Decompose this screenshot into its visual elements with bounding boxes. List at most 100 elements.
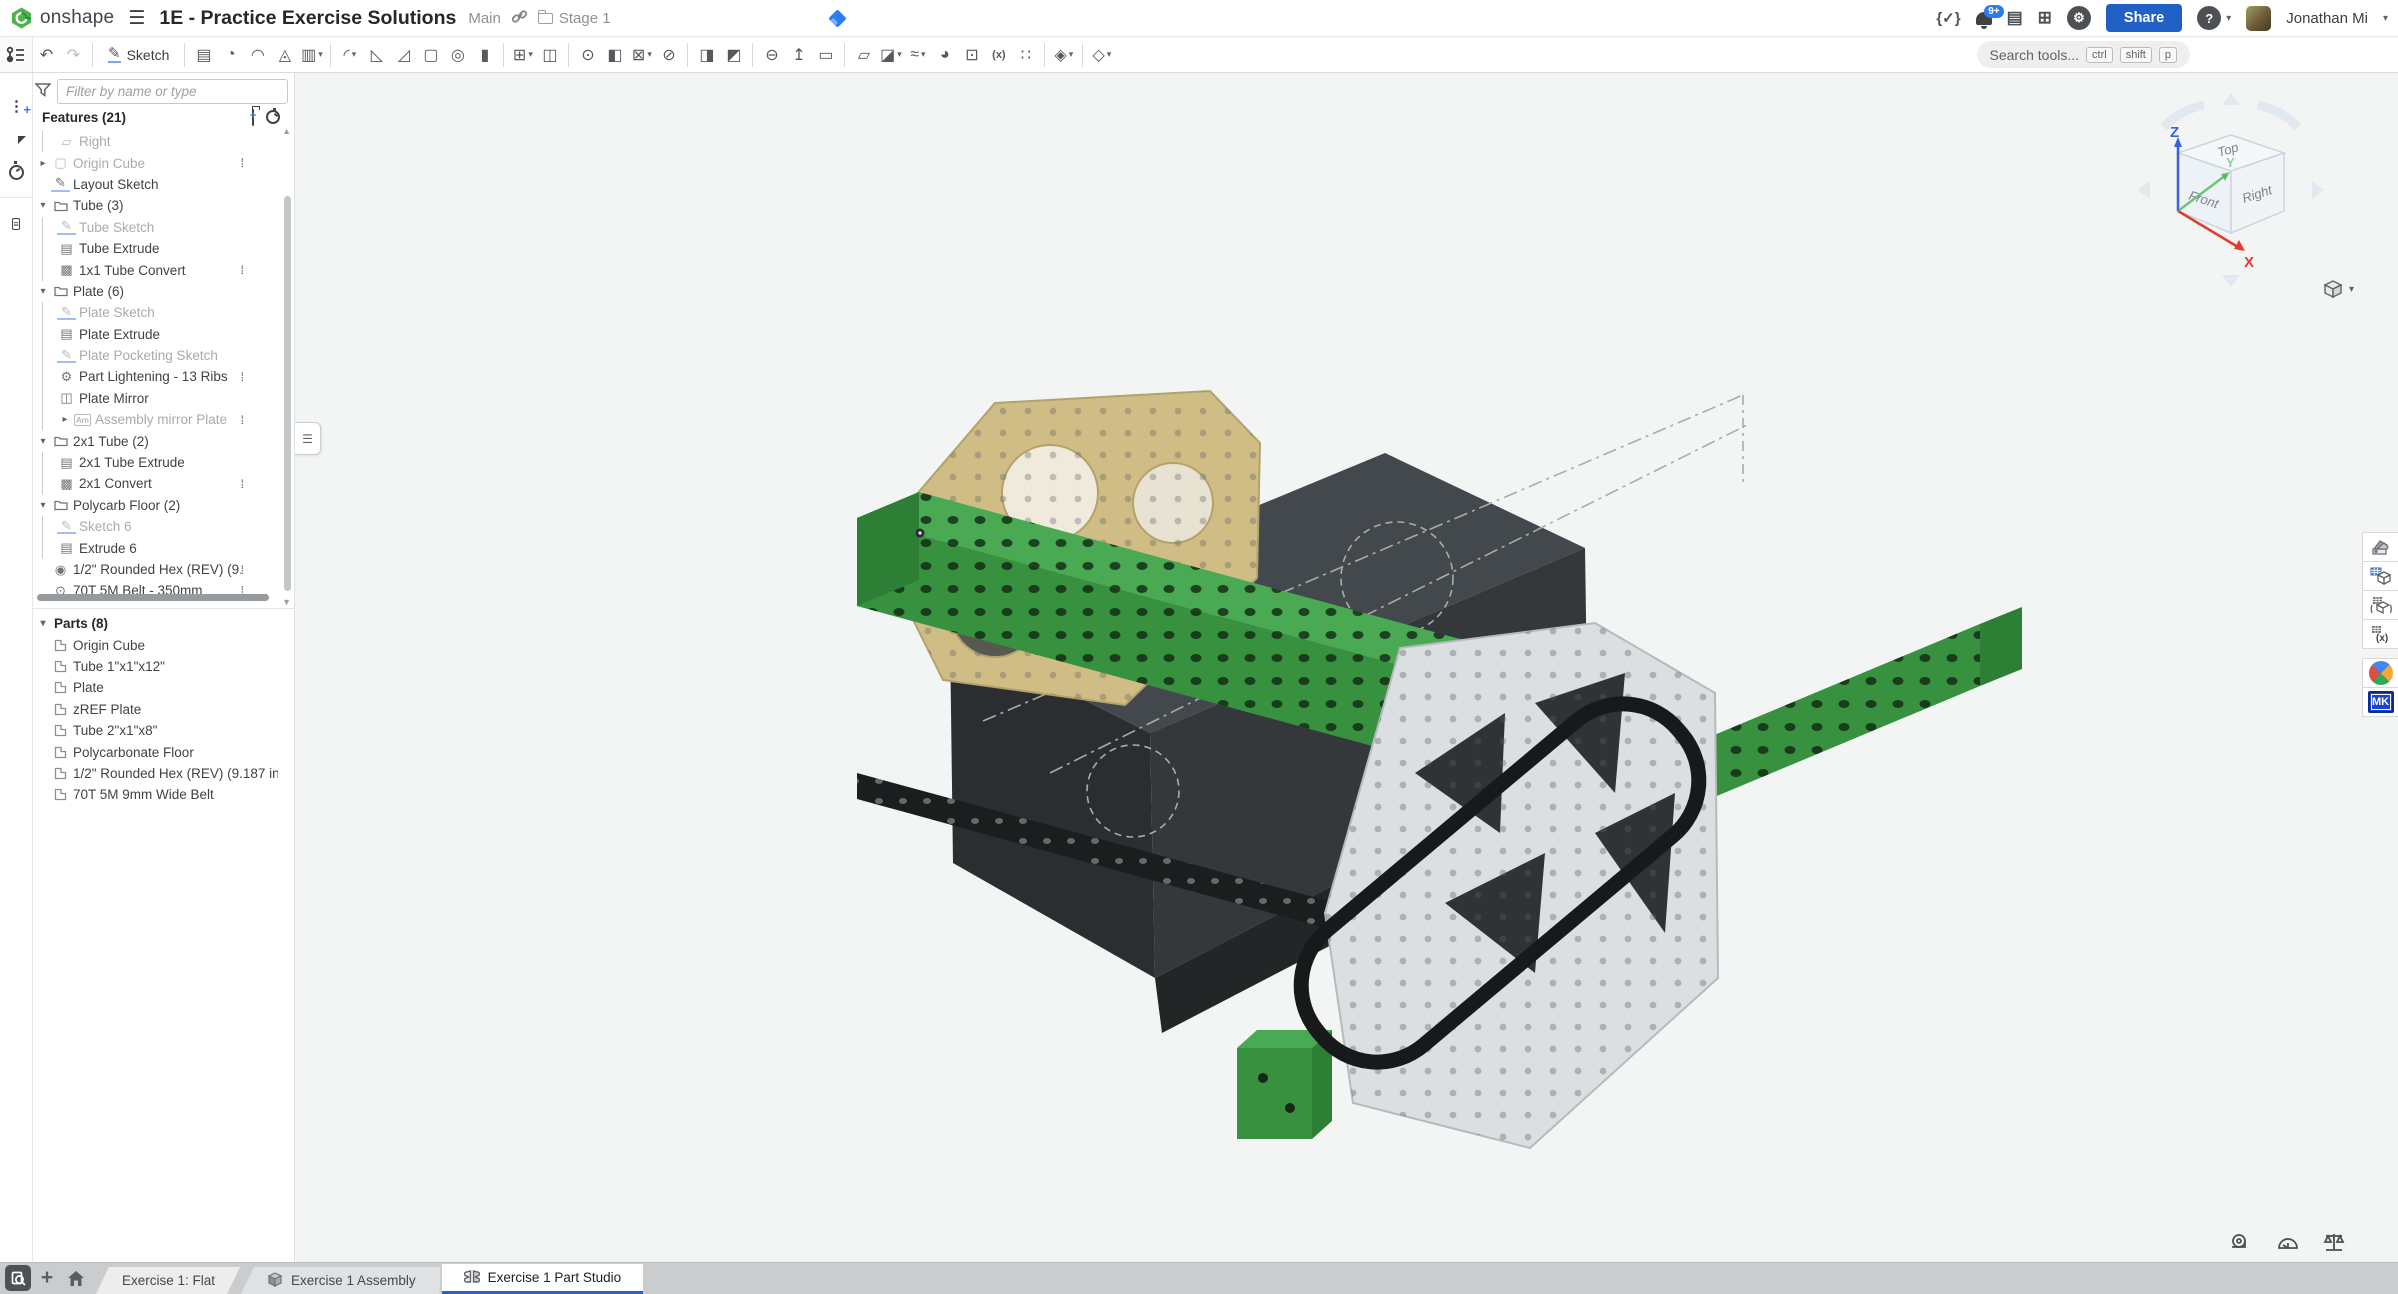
learning-center-icon[interactable]: ⚙ bbox=[2067, 6, 2091, 30]
variable-icon[interactable]: (x) bbox=[985, 40, 1012, 70]
help-caret-icon[interactable]: ▾ bbox=[2226, 13, 2231, 24]
kebab-menu-icon[interactable]: ⁞ bbox=[241, 479, 244, 489]
follow-checklist-icon[interactable]: ≡ bbox=[12, 215, 19, 232]
sweep-icon[interactable]: ◠ bbox=[244, 40, 271, 70]
chevron-right-icon[interactable]: ▸ bbox=[35, 158, 51, 169]
tab-exercise-1-assembly[interactable]: Exercise 1 Assembly bbox=[241, 1267, 442, 1294]
graphics-area[interactable]: ☰ Top Front Right bbox=[295, 73, 2398, 1262]
model-green-tube-right[interactable] bbox=[1700, 607, 2022, 803]
feature-row[interactable]: ◉1/2" Rounded Hex (REV) (9.187 in)⁞ bbox=[35, 559, 278, 580]
chevron-down-icon[interactable]: ▾ bbox=[318, 49, 323, 60]
configurations-button[interactable] bbox=[2362, 561, 2398, 591]
feature-row[interactable]: ✎Tube Sketch bbox=[35, 217, 278, 238]
export-icon[interactable]: ↥ bbox=[785, 40, 812, 70]
helix-icon[interactable]: ≈▾ bbox=[904, 40, 931, 70]
home-tab-button[interactable] bbox=[63, 1265, 89, 1291]
sketch-button[interactable]: ✎Sketch bbox=[98, 40, 179, 70]
onshape-logo[interactable]: onshape bbox=[10, 6, 114, 30]
configuration-variables-button[interactable]: (x) bbox=[2362, 619, 2398, 649]
chamfer-icon[interactable]: ◺ bbox=[363, 40, 390, 70]
protractor-icon[interactable] bbox=[2276, 1232, 2300, 1252]
part-row[interactable]: Tube 1"x1"x12" bbox=[35, 656, 278, 677]
feature-row[interactable]: ▩1x1 Tube Convert⁞ bbox=[35, 259, 278, 280]
feature-row[interactable]: ✎Plate Pocketing Sketch bbox=[35, 345, 278, 366]
rotate-down-arrow[interactable] bbox=[2222, 275, 2240, 287]
search-tools[interactable]: Search tools... ctrl shift p bbox=[1977, 41, 2190, 68]
horizontal-scrollbar[interactable] bbox=[37, 594, 269, 601]
notifications-bell-icon[interactable]: 9+ bbox=[1976, 12, 1992, 25]
user-menu-caret-icon[interactable]: ▾ bbox=[2383, 13, 2388, 24]
feature-row[interactable]: ✎Layout Sketch bbox=[35, 174, 278, 195]
chevron-down-icon[interactable]: ▾ bbox=[352, 49, 357, 60]
feature-row[interactable]: ✎Plate Sketch bbox=[35, 302, 278, 323]
feature-row[interactable]: ▤Plate Extrude bbox=[35, 324, 278, 345]
delete-face-icon[interactable]: ⊖ bbox=[758, 40, 785, 70]
vertical-scrollbar[interactable] bbox=[284, 196, 291, 591]
chevron-down-icon[interactable]: ▾ bbox=[647, 49, 652, 60]
undo-icon[interactable]: ↶ bbox=[33, 40, 60, 70]
feature-row[interactable]: ▤Tube Extrude bbox=[35, 238, 278, 259]
rotate-right-arrow[interactable] bbox=[2312, 181, 2324, 199]
chevron-down-icon[interactable]: ▾ bbox=[897, 49, 902, 60]
tab-exercise-1-flat[interactable]: Exercise 1: Flat bbox=[96, 1267, 241, 1294]
help-icon[interactable]: ? bbox=[2197, 6, 2221, 30]
appearance-icon[interactable]: ◈▾ bbox=[1050, 40, 1077, 70]
part-row[interactable]: Origin Cube bbox=[35, 634, 278, 655]
chevron-down-icon[interactable]: ▾ bbox=[528, 49, 533, 60]
feature-row[interactable]: ▾Polycarb Floor (2) bbox=[35, 495, 278, 516]
part-row[interactable]: 1/2" Rounded Hex (REV) (9.187 in) bbox=[35, 763, 278, 784]
feature-row[interactable]: ▱Right bbox=[35, 131, 278, 152]
feature-row[interactable]: ▸AmAssembly mirror Plate⁞ bbox=[35, 409, 278, 430]
history-stopwatch-icon[interactable] bbox=[9, 165, 24, 180]
link-icon[interactable] bbox=[511, 8, 528, 28]
version-chip[interactable]: Stage 1 bbox=[538, 10, 611, 27]
timer-icon[interactable]: ◕ bbox=[931, 40, 958, 70]
part-row[interactable]: 70T 5M 9mm Wide Belt bbox=[35, 784, 278, 805]
part-row[interactable]: Plate bbox=[35, 677, 278, 698]
configured-features-button[interactable] bbox=[2362, 590, 2398, 620]
kebab-menu-icon[interactable]: ⁞ bbox=[241, 158, 244, 168]
part-row[interactable]: Polycarbonate Floor bbox=[35, 741, 278, 762]
chevron-down-icon[interactable]: ▾ bbox=[35, 436, 51, 447]
apps-grid-icon[interactable]: ⊞ bbox=[2038, 8, 2052, 28]
part-row[interactable]: Tube 2"x1"x8" bbox=[35, 720, 278, 741]
delete-part-icon[interactable]: ⊘ bbox=[655, 40, 682, 70]
search-tabs-button[interactable] bbox=[5, 1265, 31, 1291]
filter-input[interactable] bbox=[57, 79, 288, 104]
model-green-post[interactable] bbox=[1237, 1030, 1332, 1139]
kebab-menu-icon[interactable]: ⁞ bbox=[241, 415, 244, 425]
view-cube[interactable]: Top Front Right Z X Y bbox=[2126, 87, 2336, 297]
chevron-right-icon[interactable]: ▸ bbox=[57, 414, 73, 425]
part-row[interactable]: zREF Plate bbox=[35, 699, 278, 720]
rotate-left-arrow[interactable] bbox=[2138, 181, 2150, 199]
feature-row[interactable]: ▾2x1 Tube (2) bbox=[35, 430, 278, 451]
draft-icon[interactable]: ◿ bbox=[390, 40, 417, 70]
parts-header-row[interactable]: ▾Parts (8) bbox=[35, 613, 278, 634]
move-face-icon[interactable]: ◨ bbox=[693, 40, 720, 70]
kebab-menu-icon[interactable]: ⁞ bbox=[241, 565, 244, 575]
document-menu-icon[interactable]: ☰ bbox=[128, 7, 145, 30]
composite-part-icon[interactable]: ∷ bbox=[1012, 40, 1039, 70]
fillet-icon[interactable]: ◜▾ bbox=[336, 40, 363, 70]
tab-exercise-1-part-studio[interactable]: Exercise 1 Part Studio bbox=[442, 1264, 644, 1294]
feature-row[interactable]: ▾Tube (3) bbox=[35, 195, 278, 216]
feature-panel-collapse-handle[interactable]: ☰ bbox=[295, 422, 321, 455]
mirror-icon[interactable]: ◫ bbox=[536, 40, 563, 70]
feature-row[interactable]: ▸▢Origin Cube⁞ bbox=[35, 152, 278, 173]
avatar[interactable] bbox=[2246, 6, 2271, 31]
revolve-icon[interactable]: ◔ bbox=[217, 40, 244, 70]
transform-icon[interactable]: ⊠▾ bbox=[628, 40, 655, 70]
shell-icon[interactable]: ▢ bbox=[417, 40, 444, 70]
feature-row[interactable]: ⚙Part Lightening - 13 Ribs⁞ bbox=[35, 366, 278, 387]
hole-icon[interactable]: ◎ bbox=[444, 40, 471, 70]
rib-icon[interactable]: ▮ bbox=[471, 40, 498, 70]
tasks-checklist-icon[interactable]: ▤ bbox=[2007, 8, 2023, 28]
tape-measure-icon[interactable] bbox=[2230, 1232, 2254, 1252]
plane-icon[interactable]: ▱ bbox=[850, 40, 877, 70]
scroll-up-arrow[interactable]: ▲ bbox=[282, 126, 291, 136]
chevron-down-icon[interactable]: ▾ bbox=[35, 618, 51, 629]
rotate-cw-arrow[interactable] bbox=[2258, 105, 2298, 127]
thicken-icon[interactable]: ▥▾ bbox=[298, 40, 325, 70]
add-tab-button[interactable]: + bbox=[34, 1265, 60, 1291]
replace-face-icon[interactable]: ◩ bbox=[720, 40, 747, 70]
